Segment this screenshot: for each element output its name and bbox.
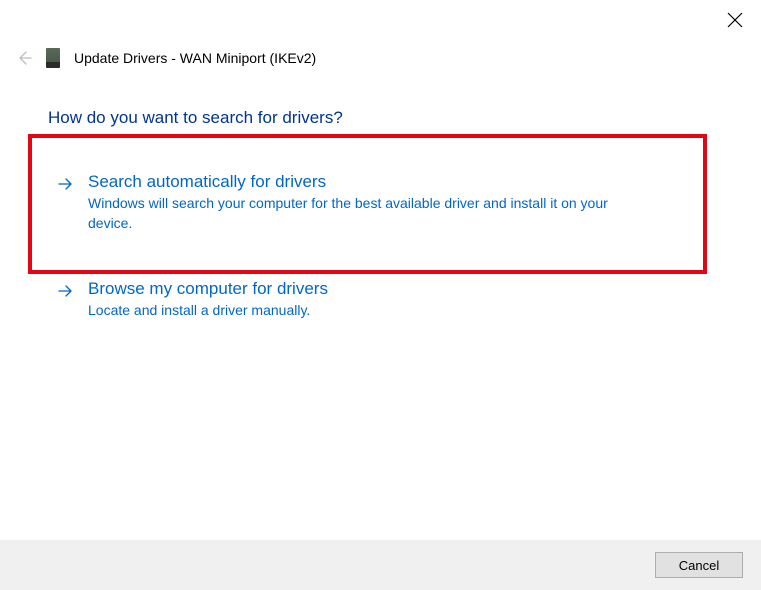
device-icon [46, 48, 60, 68]
option-description: Locate and install a driver manually. [88, 301, 628, 321]
option-text: Browse my computer for drivers Locate an… [88, 279, 713, 321]
option-browse-computer[interactable]: Browse my computer for drivers Locate an… [48, 269, 713, 321]
window-title: Update Drivers - WAN Miniport (IKEv2) [74, 50, 316, 66]
page-heading: How do you want to search for drivers? [48, 108, 713, 128]
option-title: Search automatically for drivers [88, 172, 713, 192]
cancel-button[interactable]: Cancel [655, 552, 743, 578]
window-header: Update Drivers - WAN Miniport (IKEv2) [0, 0, 761, 68]
close-button[interactable] [727, 12, 743, 28]
option-title: Browse my computer for drivers [88, 279, 713, 299]
arrow-right-icon [58, 176, 74, 192]
arrow-left-icon [16, 50, 32, 66]
option-description: Windows will search your computer for th… [88, 194, 628, 233]
arrow-right-icon [58, 283, 74, 299]
back-button[interactable] [16, 50, 32, 66]
option-text: Search automatically for drivers Windows… [88, 172, 713, 233]
option-search-automatically[interactable]: Search automatically for drivers Windows… [48, 162, 713, 233]
dialog-footer: Cancel [0, 540, 761, 590]
content-area: How do you want to search for drivers? S… [0, 68, 761, 321]
close-icon [727, 12, 743, 28]
